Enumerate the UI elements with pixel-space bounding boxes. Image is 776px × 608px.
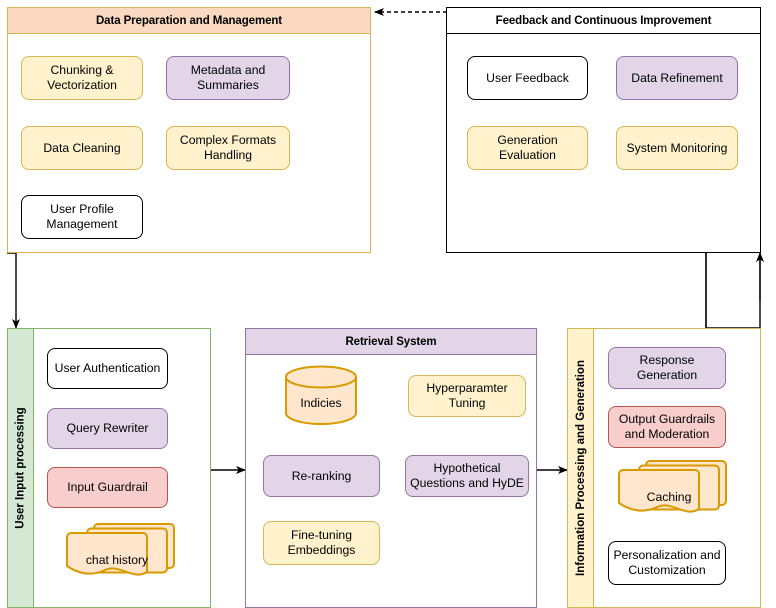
pool-user-input-processing-label-strip: User Input processing [8, 329, 34, 607]
node-label: Indicies [300, 396, 342, 410]
node-label: User Authentication [54, 361, 161, 376]
node-label: Fine-tuning Embeddings [287, 528, 356, 557]
node-label: Re-ranking [291, 468, 352, 483]
node-label: Data Cleaning [43, 140, 121, 155]
node-label: User Profile Management [46, 202, 118, 231]
node-chat-history[interactable]: chat history [62, 523, 175, 589]
node-metadata-summaries[interactable]: Metadata and Summaries [166, 56, 290, 100]
node-label: Response Generation [636, 353, 698, 382]
node-hyperparameter-tuning[interactable]: Hyperparamter Tuning [408, 375, 526, 417]
node-data-cleaning[interactable]: Data Cleaning [21, 126, 143, 170]
node-label: Complex Formats Handling [179, 133, 277, 162]
node-user-feedback[interactable]: User Feedback [467, 56, 588, 100]
node-user-profile-management[interactable]: User Profile Management [21, 195, 143, 239]
node-label: Output Guardrails and Moderation [618, 412, 716, 441]
node-generation-evaluation[interactable]: Generation Evaluation [467, 126, 588, 170]
node-label: Hyperparamter Tuning [426, 381, 508, 410]
node-label: Generation Evaluation [497, 133, 558, 162]
node-label: System Monitoring [626, 140, 728, 155]
node-label: User Feedback [486, 70, 569, 85]
node-caching[interactable]: Caching [614, 460, 727, 526]
node-user-authentication[interactable]: User Authentication [47, 348, 168, 389]
node-query-rewriter[interactable]: Query Rewriter [47, 408, 168, 449]
node-response-generation[interactable]: Response Generation [608, 347, 726, 389]
pool-information-processing-label-strip: Information Processing and Generation [568, 329, 594, 607]
pool-data-preparation-title: Data Preparation and Management [8, 8, 370, 34]
pool-information-processing-title: Information Processing and Generation [574, 360, 587, 576]
node-label: Caching [646, 490, 692, 504]
node-label: Chunking & Vectorization [47, 63, 117, 92]
node-complex-formats-handling[interactable]: Complex Formats Handling [166, 126, 290, 170]
node-label: Personalization and Customization [613, 548, 721, 577]
diagram-canvas: Data Preparation and Management Chunking… [0, 0, 776, 608]
node-chunking-vectorization[interactable]: Chunking & Vectorization [21, 56, 143, 100]
connector-info-processing-to-feedback [705, 248, 764, 329]
pool-user-input-processing-title: User Input processing [14, 407, 27, 529]
node-label: Input Guardrail [67, 480, 148, 495]
node-personalization-customization[interactable]: Personalization and Customization [608, 541, 726, 585]
node-label: Query Rewriter [66, 421, 149, 436]
pool-retrieval-system-title: Retrieval System [246, 329, 536, 355]
node-indicies[interactable]: Indicies [285, 365, 357, 425]
pool-feedback-title: Feedback and Continuous Improvement [447, 8, 760, 34]
node-label: Data Refinement [631, 70, 723, 85]
node-system-monitoring[interactable]: System Monitoring [616, 126, 738, 170]
node-data-refinement[interactable]: Data Refinement [616, 56, 738, 100]
node-hypothetical-questions-hyde[interactable]: Hypothetical Questions and HyDE [405, 455, 529, 497]
node-label: Metadata and Summaries [190, 63, 266, 92]
node-input-guardrail[interactable]: Input Guardrail [47, 467, 168, 508]
node-fine-tuning-embeddings[interactable]: Fine-tuning Embeddings [263, 521, 380, 565]
node-label: Hypothetical Questions and HyDE [410, 461, 524, 490]
connector-data-prep-to-user-input [7, 252, 20, 329]
cylinder-icon [285, 365, 357, 425]
node-output-guardrails-moderation[interactable]: Output Guardrails and Moderation [608, 406, 726, 448]
node-label: chat history [85, 553, 149, 567]
node-re-ranking[interactable]: Re-ranking [263, 455, 380, 497]
